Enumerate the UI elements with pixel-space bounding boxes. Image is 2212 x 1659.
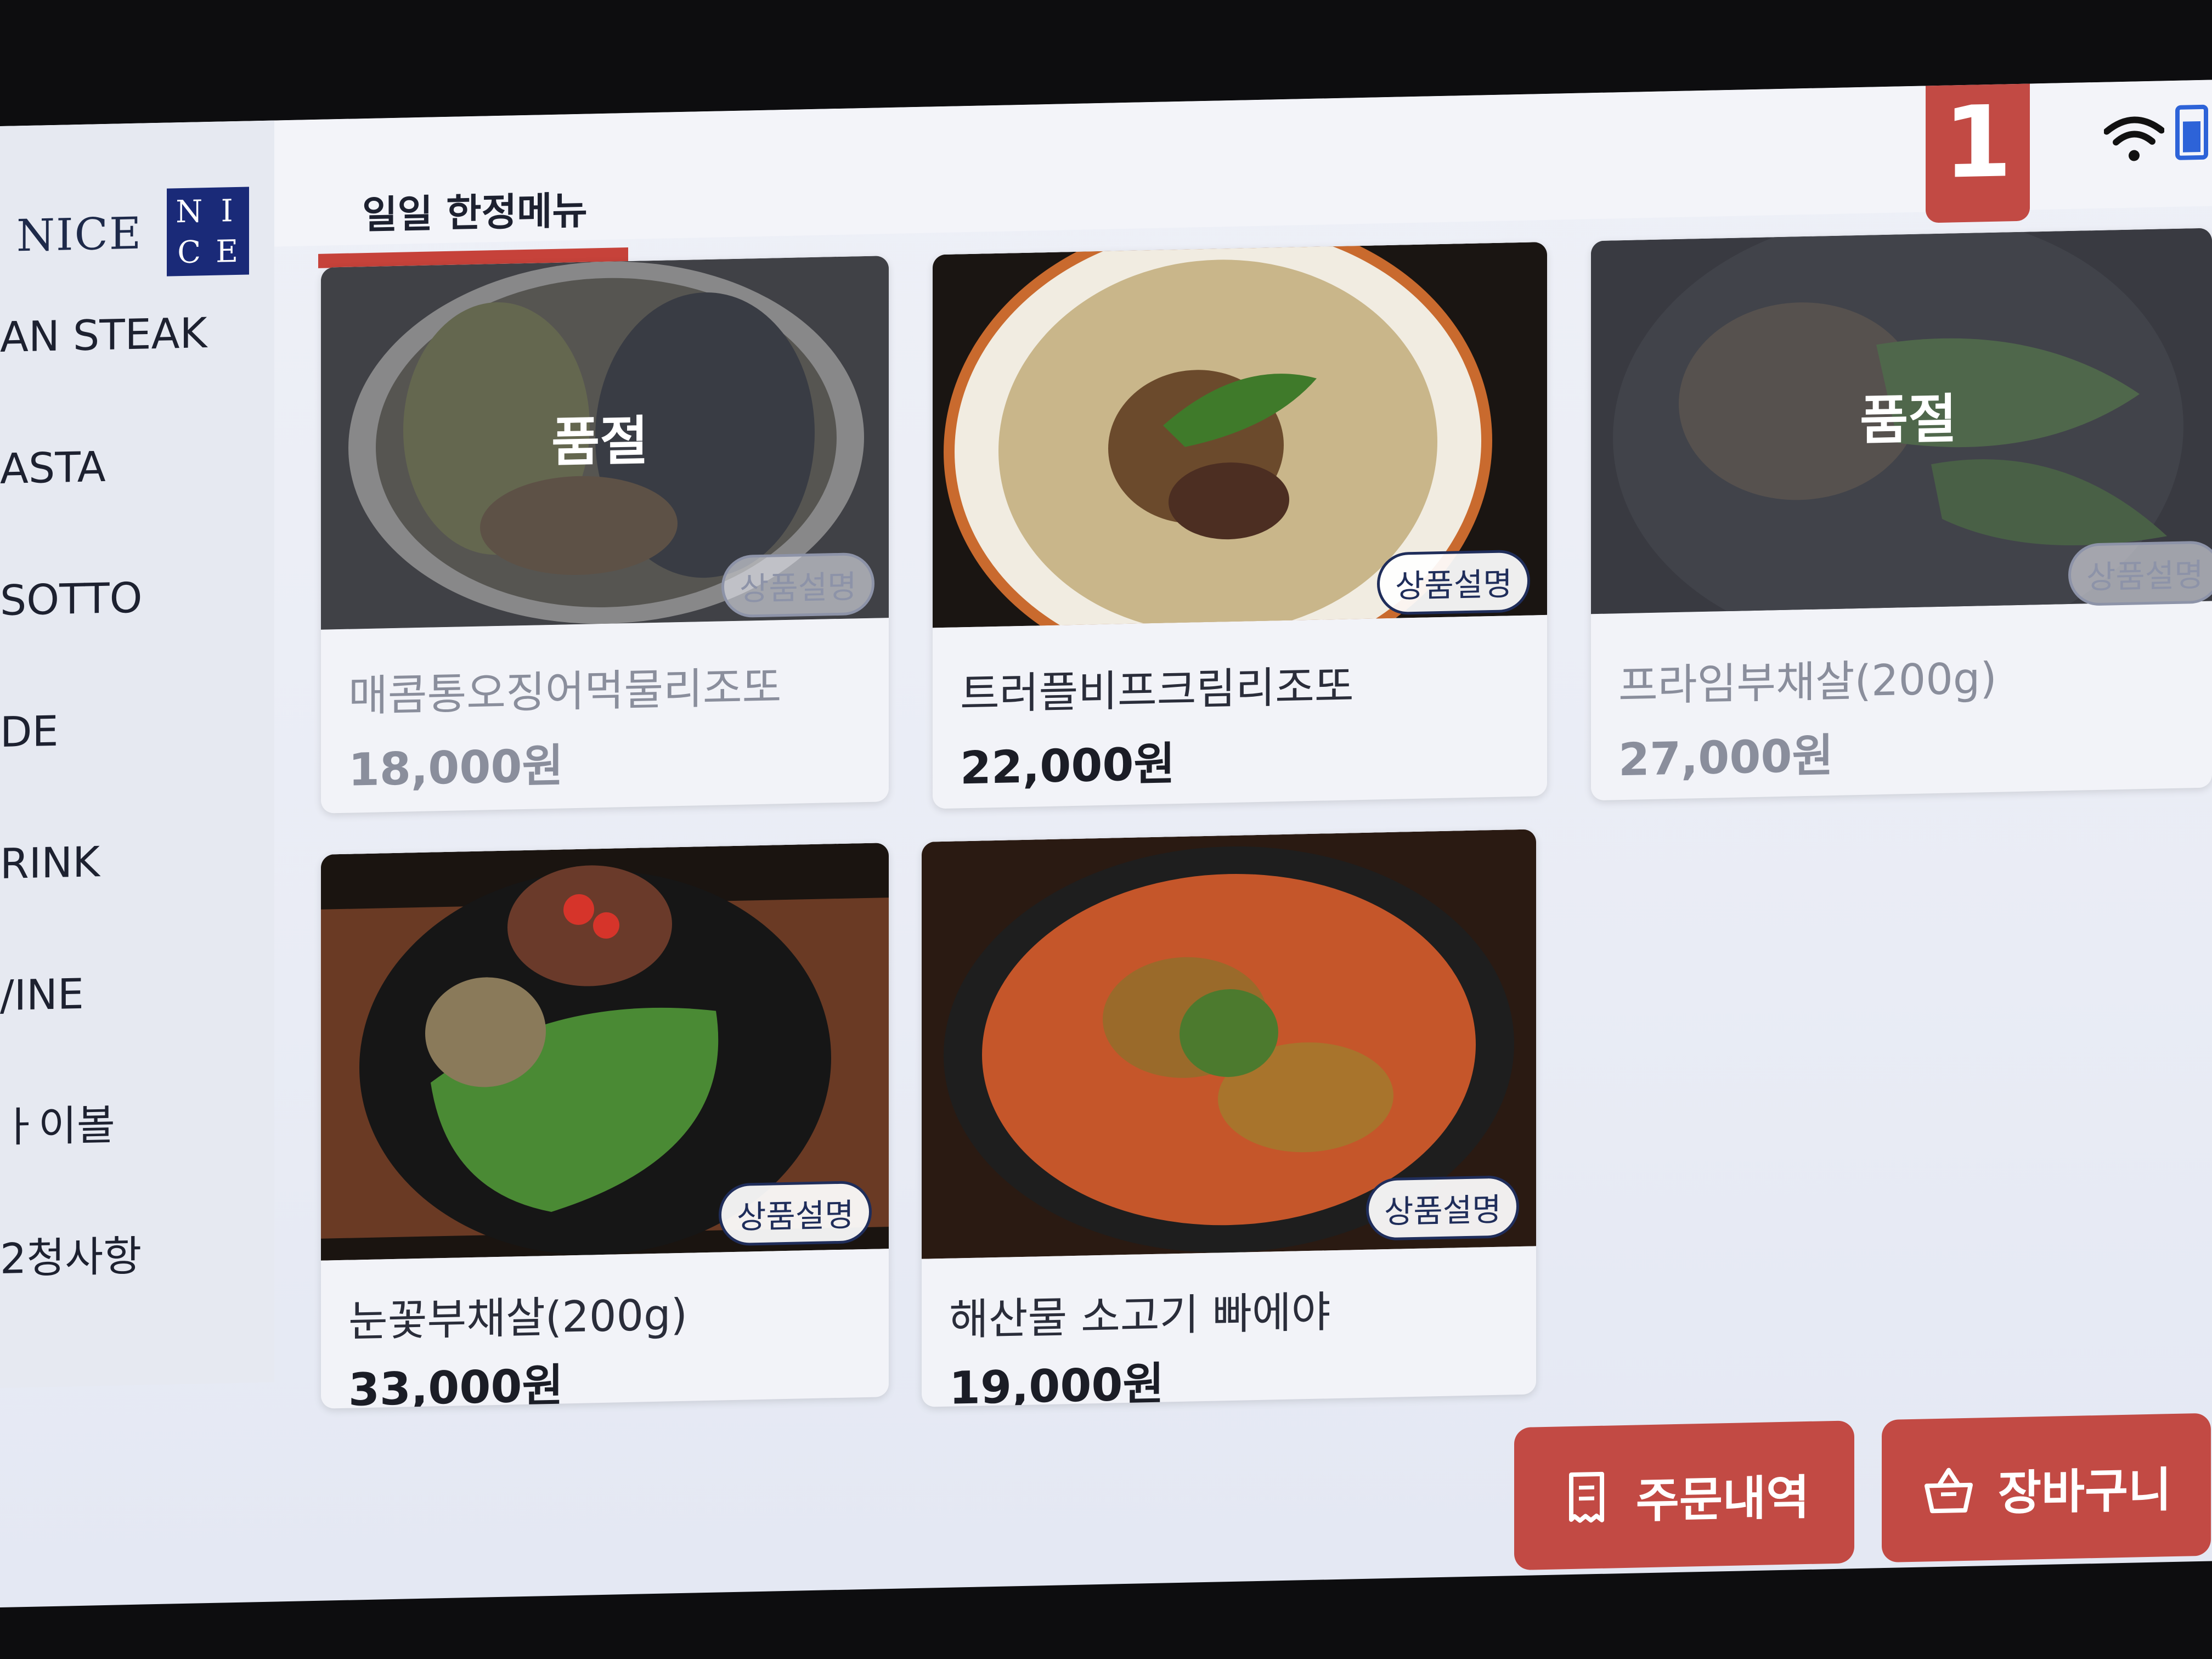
product-description-button[interactable]: 상품설명 xyxy=(1366,1175,1520,1241)
sold-out-label: 품절 xyxy=(1860,388,1957,452)
menu-item-name: 트러플비프크림리조또 xyxy=(960,662,1354,720)
sidebar-item-pasta[interactable]: ASTA xyxy=(0,440,207,576)
category-nav: AN STEAK ASTA SOTTO DE RINK /INE ㅏ이볼 2청사… xyxy=(0,308,207,1366)
receipt-icon xyxy=(1568,1471,1604,1523)
sidebar-item-drink[interactable]: RINK xyxy=(0,835,207,971)
cart-label: 장바구니 xyxy=(1997,1462,2172,1521)
menu-card[interactable]: 상품설명 눈꽃부채살(200g) 33,000원 xyxy=(321,843,889,1409)
sidebar-item-wine[interactable]: /INE xyxy=(0,967,207,1103)
menu-item-name: 매콤통오징어먹물리조또 xyxy=(348,663,782,721)
logo-letter: E xyxy=(216,233,239,270)
menu-item-price: 19,000원 xyxy=(949,1358,1164,1407)
menu-item-name: 프라임부채살(200g) xyxy=(1618,653,1997,712)
brand-logo: N I C E xyxy=(167,187,250,276)
battery-icon xyxy=(2175,104,2208,160)
logo-letter: C xyxy=(177,234,201,270)
sidebar-item-highball[interactable]: ㅏ이볼 xyxy=(0,1098,207,1234)
dish-photo: 품절 상품설명 xyxy=(1591,228,2212,614)
menu-item-price: 27,000원 xyxy=(1618,729,1833,787)
menu-item-price: 22,000원 xyxy=(960,738,1175,795)
tab-daily-limited[interactable]: 일일 한정메뉴 xyxy=(362,180,588,240)
menu-card[interactable]: 상품설명 트러플비프크림리조또 22,000원 xyxy=(933,241,1547,809)
menu-card[interactable]: 품절 상품설명 매콤통오징어먹물리조또 18,000원 xyxy=(321,256,889,814)
brand-name: NICE xyxy=(16,207,143,261)
order-history-label: 주문내역 xyxy=(1635,1470,1810,1529)
product-description-button[interactable]: 상품설명 xyxy=(721,552,875,618)
product-description-button[interactable]: 상품설명 xyxy=(1377,549,1531,616)
product-description-button[interactable]: 상품설명 xyxy=(719,1180,872,1246)
order-number-badge: 1 xyxy=(1926,80,2030,223)
dish-photo: 품절 상품설명 xyxy=(321,256,889,630)
wifi-icon xyxy=(2104,116,2164,161)
basket-icon xyxy=(1924,1468,1973,1514)
dish-photo: 상품설명 xyxy=(321,843,889,1261)
logo-letter: I xyxy=(221,193,233,229)
menu-item-name: 눈꽃부채살(200g) xyxy=(348,1290,688,1347)
sidebar-item-side[interactable]: DE xyxy=(0,703,207,839)
menu-item-price: 33,000원 xyxy=(348,1359,563,1409)
sidebar-item-requests[interactable]: 2청사항 xyxy=(0,1230,207,1366)
menu-item-name: 해산물 소고기 빠에야 xyxy=(949,1288,1331,1345)
kiosk-screen: NICE N I C E AN STEAK ASTA SOTTO DE RINK… xyxy=(0,80,2212,1607)
sidebar: NICE N I C E AN STEAK ASTA SOTTO DE RINK… xyxy=(0,120,274,1389)
sidebar-item-steak[interactable]: AN STEAK xyxy=(0,308,207,444)
dish-photo: 상품설명 xyxy=(933,241,1547,628)
menu-item-price: 18,000원 xyxy=(348,740,563,797)
menu-card[interactable]: 상품설명 해산물 소고기 빠에야 19,000원 xyxy=(922,829,1536,1407)
sold-out-label: 품절 xyxy=(551,410,648,473)
cart-button[interactable]: 장바구니 xyxy=(1882,1413,2211,1563)
sidebar-item-risotto[interactable]: SOTTO xyxy=(0,572,207,708)
top-bar xyxy=(0,80,2212,253)
brand: NICE N I C E xyxy=(16,187,250,279)
logo-letter: N xyxy=(176,193,203,230)
product-description-button[interactable]: 상품설명 xyxy=(2068,540,2212,607)
order-history-button[interactable]: 주문내역 xyxy=(1514,1420,1854,1571)
menu-card[interactable]: 품절 상품설명 프라임부채살(200g) 27,000원 xyxy=(1591,228,2212,801)
dish-photo: 상품설명 xyxy=(922,829,1536,1259)
